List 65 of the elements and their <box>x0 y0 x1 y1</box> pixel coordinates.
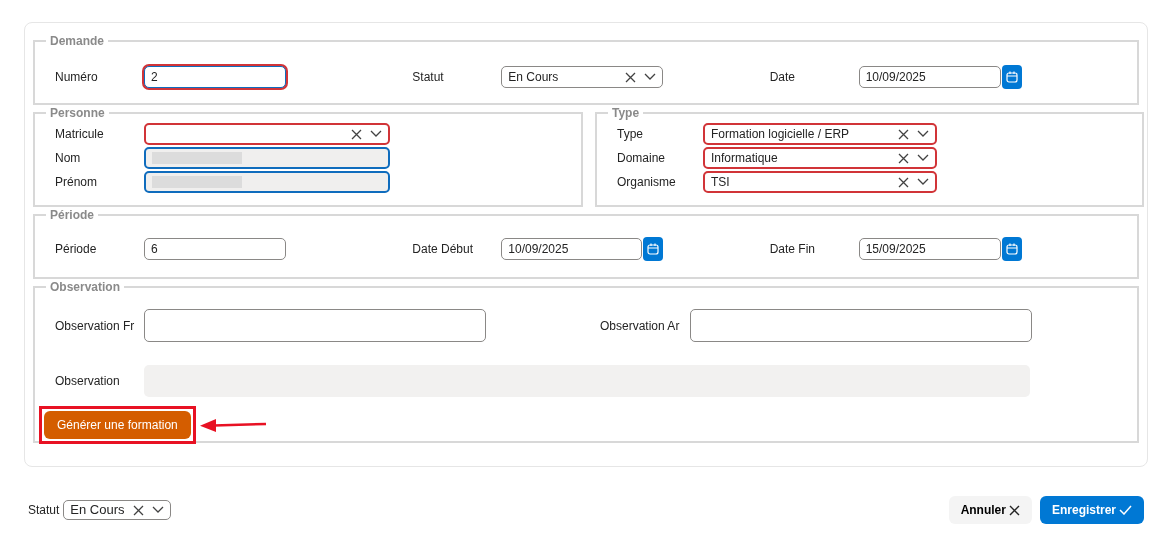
generate-button[interactable]: Générer une formation <box>44 411 191 439</box>
text-field[interactable]: 6 <box>144 238 286 260</box>
chevron-down-icon[interactable] <box>917 178 929 186</box>
text-field[interactable] <box>144 147 390 169</box>
calendar-button[interactable] <box>1001 65 1022 89</box>
select-value: Formation logicielle / ERP <box>711 126 851 143</box>
chevron-down-icon[interactable] <box>917 130 929 138</box>
select-field[interactable] <box>144 123 390 145</box>
select-value: TSI <box>711 174 731 191</box>
select-field[interactable]: TSI <box>703 171 937 193</box>
field-label: Matricule <box>55 126 105 143</box>
section-legend: Demande <box>46 35 109 47</box>
select-field[interactable]: En Cours <box>63 500 171 520</box>
date-field[interactable]: 15/09/2025 <box>858 238 1001 260</box>
field-label: Période <box>55 241 98 258</box>
calendar-icon <box>1005 243 1018 255</box>
clear-icon[interactable] <box>898 152 909 164</box>
clear-icon[interactable] <box>351 128 362 140</box>
calendar-button[interactable] <box>643 237 664 261</box>
clear-icon[interactable] <box>625 71 637 83</box>
select-field[interactable]: Informatique <box>703 147 937 169</box>
checkmark-icon <box>1119 505 1132 515</box>
date-field[interactable]: 10/09/2025 <box>858 66 1001 88</box>
chevron-down-icon[interactable] <box>370 130 382 138</box>
clear-icon[interactable] <box>898 128 909 140</box>
clear-icon[interactable] <box>132 504 144 516</box>
text-field[interactable]: 2 <box>144 66 286 88</box>
field-label: Statut <box>28 502 60 519</box>
cancel-button[interactable]: Annuler <box>948 496 1032 524</box>
text-field[interactable] <box>144 171 390 193</box>
chevron-down-icon[interactable] <box>917 154 929 162</box>
clear-icon[interactable] <box>898 176 909 188</box>
calendar-icon <box>1005 71 1018 83</box>
section-legend: Personne <box>46 107 109 119</box>
section-legend: Type <box>608 107 644 119</box>
field-label: Type <box>617 126 644 143</box>
field-label: Nom <box>55 150 82 167</box>
field-label: Observation <box>55 373 121 390</box>
field-label: Domaine <box>617 150 667 167</box>
chevron-down-icon[interactable] <box>644 73 657 81</box>
select-field[interactable]: En Cours <box>501 66 664 88</box>
section-legend: Observation <box>46 281 125 293</box>
field-label: Date Début <box>412 241 475 258</box>
field-label: Statut <box>412 69 445 86</box>
select-value: En Cours <box>508 69 560 86</box>
select-value: En Cours <box>70 501 125 520</box>
field-label: Observation Ar <box>600 317 681 335</box>
text-area[interactable] <box>690 309 1032 342</box>
field-label: Date <box>769 69 796 86</box>
date-field[interactable]: 10/09/2025 <box>501 238 643 260</box>
text-area[interactable] <box>144 309 486 342</box>
pointer-arrow <box>199 418 268 432</box>
select-value: Informatique <box>711 150 779 167</box>
calendar-icon <box>647 243 660 255</box>
field-label: Numéro <box>55 69 99 86</box>
select-field[interactable]: Formation logicielle / ERP <box>703 123 937 145</box>
calendar-button[interactable] <box>1001 237 1022 261</box>
field-label: Date Fin <box>769 241 816 258</box>
section-legend: Période <box>46 209 98 221</box>
field-label: Observation Fr <box>55 317 136 335</box>
field-label: Organisme <box>617 174 677 191</box>
close-icon <box>1008 504 1020 516</box>
field-label: Prénom <box>55 174 99 191</box>
chevron-down-icon[interactable] <box>151 506 164 514</box>
save-button[interactable]: Enregistrer <box>1039 496 1144 524</box>
